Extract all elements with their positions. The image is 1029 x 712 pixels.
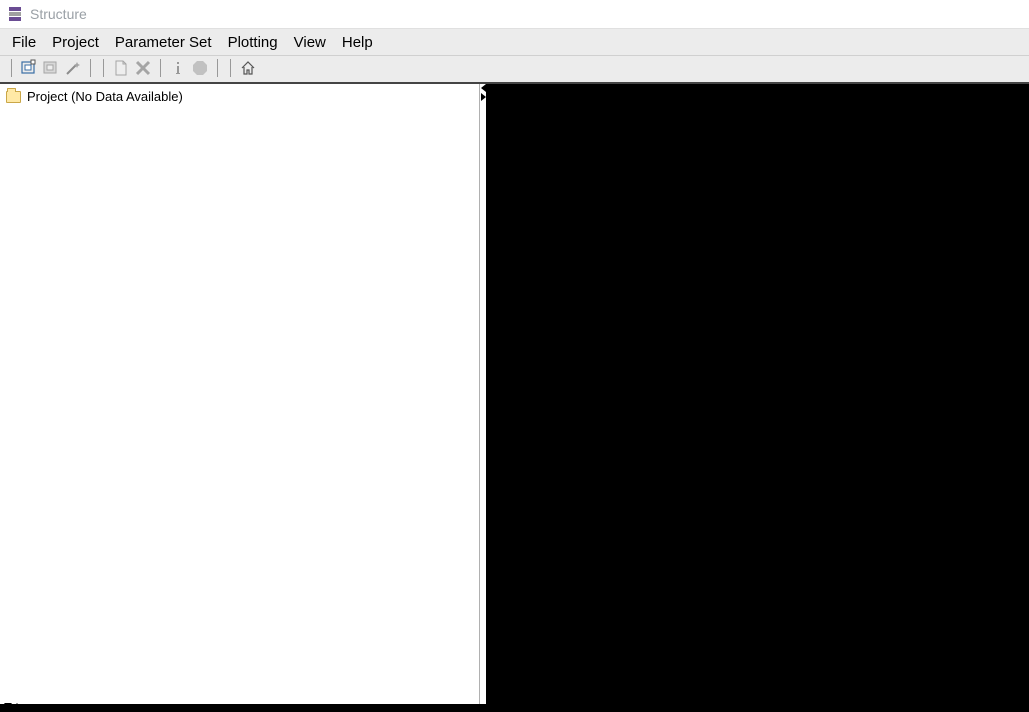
chevron-down-icon [4, 703, 12, 708]
viewer-pane [486, 84, 1029, 704]
menu-plotting[interactable]: Plotting [220, 31, 286, 54]
chevron-right-icon [481, 93, 486, 101]
toolbar-separator [90, 59, 91, 77]
app-icon [6, 5, 24, 23]
tree-item-label: Project (No Data Available) [27, 89, 183, 104]
chevron-left-icon [481, 84, 486, 92]
cancel-run-button[interactable] [133, 58, 153, 78]
new-run-button[interactable] [111, 58, 131, 78]
menu-parameter-set[interactable]: Parameter Set [107, 31, 220, 54]
open-project-button[interactable] [41, 58, 61, 78]
toolbar-separator [160, 59, 161, 77]
project-tree-pane: Project (No Data Available) [0, 84, 480, 704]
toolbar-separator [217, 59, 218, 77]
tree-root-item[interactable]: Project (No Data Available) [4, 88, 475, 105]
toolbar [0, 56, 1029, 84]
menu-file[interactable]: File [4, 31, 44, 54]
titlebar: Structure [0, 0, 1029, 28]
window-title: Structure [30, 6, 87, 22]
toolbar-separator [230, 59, 231, 77]
chevron-up-icon [13, 703, 21, 708]
menubar: File Project Parameter Set Plotting View… [0, 28, 1029, 56]
folder-icon [6, 91, 21, 103]
horizontal-splitter-handle[interactable] [0, 703, 21, 708]
stop-button[interactable] [190, 58, 210, 78]
main-area: Project (No Data Available) [0, 84, 1029, 712]
menu-project[interactable]: Project [44, 31, 107, 54]
menu-view[interactable]: View [286, 31, 334, 54]
wizard-button[interactable] [63, 58, 83, 78]
info-button[interactable] [168, 58, 188, 78]
home-button[interactable] [238, 58, 258, 78]
toolbar-separator [11, 59, 12, 77]
vertical-splitter[interactable] [480, 84, 486, 704]
toolbar-separator [103, 59, 104, 77]
menu-help[interactable]: Help [334, 31, 381, 54]
new-project-button[interactable] [19, 58, 39, 78]
